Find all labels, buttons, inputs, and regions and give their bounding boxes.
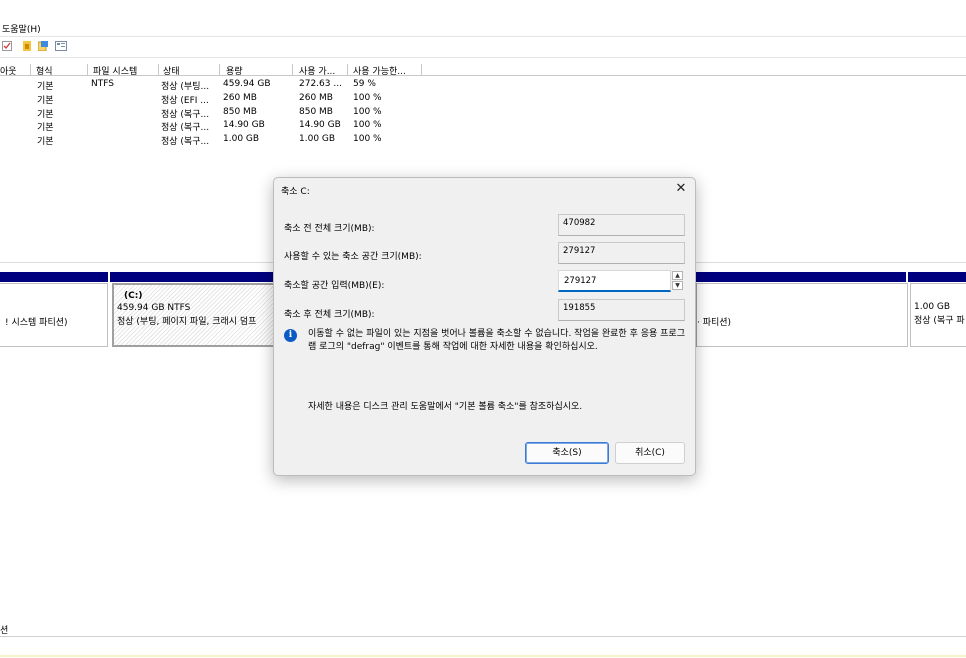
shrink-dialog: 축소 C: ✕ 축소 전 전체 크기(MB): 470982 사용할 수 있는 … [273, 177, 696, 476]
cell-free: 272.63 ... [299, 79, 342, 89]
total-after-field: 191855 [558, 299, 685, 321]
cell-capacity: 459.94 GB [223, 79, 271, 89]
column-header-status[interactable]: 상태 [160, 64, 220, 75]
table-row[interactable]: 기본 NTFS 정상 (부팅... 459.94 GB 272.63 ... 5… [0, 79, 966, 92]
partition-recovery[interactable]: 1.00 GB 정상 (복구 파 [910, 283, 966, 347]
partition-c-label: (C:) [124, 291, 143, 301]
legend-bar: 션 [0, 620, 966, 637]
cell-capacity: 1.00 GB [223, 134, 260, 144]
menu-bar: 도움말(H) [0, 18, 966, 37]
stepper-up-icon[interactable]: ▲ [672, 271, 683, 280]
check-icon[interactable] [2, 41, 12, 51]
total-after-label: 축소 후 전체 크기(MB): [284, 310, 375, 320]
available-space-label: 사용할 수 있는 축소 공간 크기(MB): [284, 252, 422, 262]
table-row[interactable]: 기본 정상 (복구... 1.00 GB 1.00 GB 100 % [0, 134, 966, 147]
help-doc-icon[interactable] [38, 41, 48, 51]
cell-status: 정상 (EFI ... [161, 96, 209, 106]
cell-status: 정상 (복구... [161, 110, 210, 120]
properties-icon[interactable] [22, 41, 32, 51]
column-header-layout[interactable]: 아웃 [0, 64, 31, 75]
partition-bar-recovery [908, 272, 966, 282]
shrink-amount-label: 축소할 공간 입력(MB)(E): [284, 281, 385, 291]
shrink-amount-stepper[interactable]: ▲ ▼ [672, 271, 683, 291]
cell-capacity: 260 MB [223, 93, 257, 103]
cell-free: 1.00 GB [299, 134, 336, 144]
partition-c-status: 정상 (부팅, 페이지 파일, 크래시 덤프 [117, 317, 257, 327]
cell-percent-free: 100 % [353, 120, 382, 130]
stepper-down-icon[interactable]: ▼ [672, 281, 683, 290]
table-row[interactable]: 기본 정상 (복구... 14.90 GB 14.90 GB 100 % [0, 120, 966, 133]
cell-type: 기본 [37, 82, 54, 92]
partition-bar-system [0, 272, 108, 282]
table-row[interactable]: 기본 정상 (복구... 850 MB 850 MB 100 % [0, 107, 966, 120]
cell-type: 기본 [37, 110, 54, 120]
cell-capacity: 850 MB [223, 107, 257, 117]
help-reference: 자세한 내용은 디스크 관리 도움말에서 "기본 볼륨 축소"를 참조하십시오. [308, 402, 583, 412]
column-header-free[interactable]: 사용 가... [296, 64, 348, 75]
legend-label: 션 [0, 626, 9, 636]
dialog-title: 축소 C: [281, 187, 310, 197]
cell-status: 정상 (부팅... [161, 82, 210, 92]
partition-middle[interactable]: · 파티션) [697, 283, 908, 347]
cell-free: 260 MB [299, 93, 333, 103]
cell-status: 정상 (복구... [161, 123, 210, 133]
cell-free: 850 MB [299, 107, 333, 117]
partition-recovery-size: 1.00 GB [914, 302, 951, 312]
partition-system-label: ! 시스템 파티션) [5, 318, 68, 328]
status-strip [0, 655, 966, 657]
close-icon[interactable]: ✕ [673, 181, 689, 197]
cell-percent-free: 100 % [353, 134, 382, 144]
info-message: 이동할 수 없는 파일이 있는 지점을 벗어나 볼륨을 축소할 수 없습니다. … [308, 329, 685, 352]
volume-list-header: 아웃 형식 파일 시스템 상태 용량 사용 가... 사용 가능한... [0, 63, 966, 76]
column-header-type[interactable]: 형식 [33, 64, 88, 75]
cell-free: 14.90 GB [299, 120, 341, 130]
partition-middle-label: · 파티션) [697, 318, 732, 328]
shrink-button[interactable]: 축소(S) [525, 442, 609, 464]
cell-percent-free: 100 % [353, 93, 382, 103]
cell-type: 기본 [37, 123, 54, 133]
partition-recovery-status: 정상 (복구 파 [914, 316, 965, 326]
cell-type: 기본 [37, 96, 54, 106]
view-icon[interactable] [55, 41, 67, 51]
column-header-filesystem[interactable]: 파일 시스템 [90, 64, 159, 75]
available-space-field: 279127 [558, 242, 685, 264]
total-before-label: 축소 전 전체 크기(MB): [284, 224, 375, 234]
column-header-capacity[interactable]: 용량 [223, 64, 293, 75]
info-icon: i [284, 329, 297, 342]
partition-system[interactable]: ! 시스템 파티션) [0, 283, 108, 347]
cell-status: 정상 (복구... [161, 137, 210, 147]
shrink-amount-input[interactable] [558, 270, 671, 292]
partition-c-size: 459.94 GB NTFS [117, 303, 191, 313]
cell-filesystem: NTFS [91, 79, 114, 89]
total-before-field: 470982 [558, 214, 685, 236]
cell-type: 기본 [37, 137, 54, 147]
cell-percent-free: 59 % [353, 79, 376, 89]
menu-help[interactable]: 도움말(H) [2, 22, 41, 35]
column-header-percent-free[interactable]: 사용 가능한... [350, 64, 422, 75]
table-row[interactable]: 기본 정상 (EFI ... 260 MB 260 MB 100 % [0, 93, 966, 106]
cancel-button[interactable]: 취소(C) [615, 442, 685, 464]
toolbar [0, 37, 966, 58]
cell-percent-free: 100 % [353, 107, 382, 117]
cell-capacity: 14.90 GB [223, 120, 265, 130]
